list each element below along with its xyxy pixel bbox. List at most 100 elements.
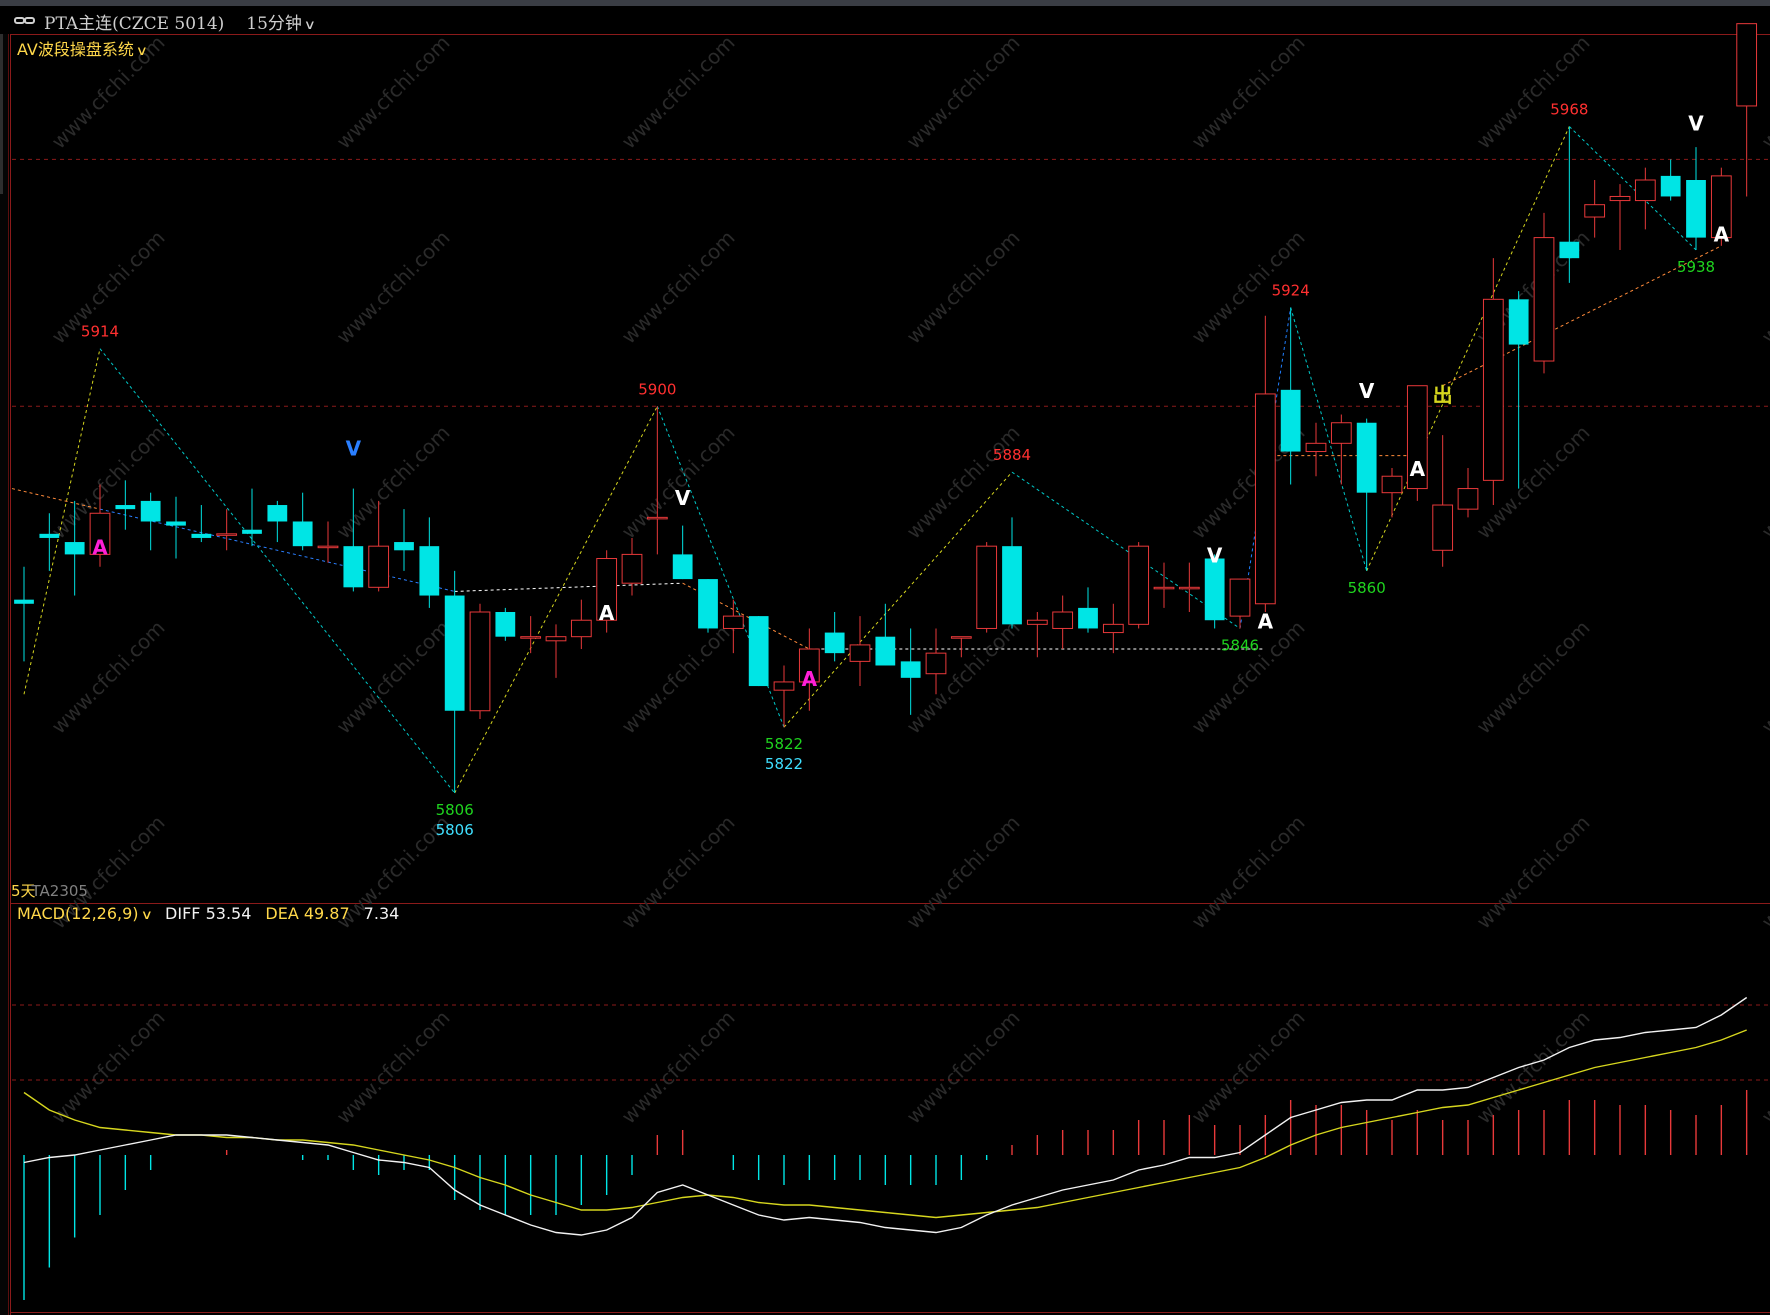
signal-marker: A (1714, 223, 1730, 247)
candle-body (1533, 237, 1555, 362)
price-label: 5884 (993, 446, 1031, 464)
watermark-text: www.cfchi.com (1757, 616, 1770, 739)
candle-body (115, 505, 136, 510)
candle-body (773, 681, 795, 691)
candle-body (1660, 175, 1681, 197)
candle-body (646, 516, 668, 520)
watermark-text: www.cfchi.com (1187, 811, 1310, 934)
signal-marker: V (346, 437, 362, 461)
watermark-text: www.cfchi.com (1757, 1006, 1770, 1129)
candle-body (191, 533, 212, 538)
watermark-text: www.cfchi.com (902, 1006, 1025, 1129)
signal-marker: V (1688, 112, 1704, 136)
diff-label: DIFF (165, 904, 201, 923)
candle-body (39, 533, 60, 538)
price-label: 5968 (1550, 101, 1588, 119)
watermark-text: www.cfchi.com (617, 811, 740, 934)
candle-body (242, 529, 262, 534)
candle-body (849, 644, 871, 662)
chevron-down-icon: ∨ (135, 44, 148, 59)
signal-marker: V (1207, 544, 1223, 568)
watermark-text: www.cfchi.com (1757, 811, 1770, 934)
candle-body (444, 595, 465, 711)
candle-body (900, 661, 921, 678)
watermark-text: www.cfchi.com (617, 226, 740, 349)
watermark-text: www.cfchi.com (1187, 616, 1310, 739)
watermark-text: www.cfchi.com (902, 811, 1025, 934)
macd-indicator-selector[interactable]: MACD(12,26,9) ∨ (17, 904, 153, 923)
candle-body (1280, 389, 1301, 452)
candle-body (698, 579, 718, 629)
candle-body (1609, 195, 1631, 202)
signal-marker: A (599, 601, 615, 625)
price-label: 5806 (436, 821, 474, 839)
candle-body (1178, 586, 1200, 590)
chevron-down-icon: ∨ (140, 908, 153, 923)
watermark-text: www.cfchi.com (1757, 31, 1770, 154)
candle-body (1736, 23, 1758, 107)
candle-body (140, 500, 161, 522)
watermark-text: www.cfchi.com (902, 421, 1025, 544)
candle-body (748, 616, 769, 687)
signal-marker: A (92, 535, 108, 559)
watermark-text: www.cfchi.com (902, 226, 1025, 349)
candle-body (824, 632, 845, 654)
candle-body (1330, 422, 1352, 444)
candle-body (267, 505, 288, 522)
candle-body (292, 521, 313, 547)
candle-body (1078, 607, 1098, 629)
price-label: 5924 (1272, 282, 1310, 300)
candle-body (1052, 611, 1074, 629)
indicator-name: AV波段操盘系统 (17, 40, 134, 59)
signal-marker: 出 (1433, 383, 1453, 407)
candle-body (14, 599, 34, 604)
price-label: 5806 (436, 801, 474, 819)
candle-body (950, 636, 972, 639)
candle-body (394, 542, 414, 551)
price-label: 5900 (638, 380, 676, 398)
candle-body (1153, 586, 1175, 590)
signal-marker: V (1359, 379, 1375, 403)
candle-body (1686, 180, 1706, 238)
candle-body (621, 553, 643, 584)
candle-body (976, 545, 998, 629)
price-label: 5914 (81, 323, 119, 341)
diff-value: 53.54 (205, 904, 252, 923)
macd-name: MACD(12,26,9) (17, 904, 139, 923)
watermark-text: www.cfchi.com (332, 616, 455, 739)
candle-body (1002, 546, 1022, 625)
watermark-text: www.cfchi.com (47, 1006, 170, 1129)
candle-body (672, 554, 693, 580)
signal-marker: A (1258, 609, 1274, 633)
zigzag-line (23, 348, 101, 695)
chart-canvas[interactable]: www.cfchi.com www.cfchi.com www.cfchi.com w… (0, 0, 1770, 1315)
candle-body (1634, 179, 1656, 202)
price-label: 5860 (1348, 579, 1386, 597)
zigzag-line (454, 406, 658, 794)
dea-label: DEA (265, 904, 299, 923)
candle-body (368, 545, 390, 588)
candle-body (216, 533, 238, 536)
watermark-text: www.cfchi.com (332, 226, 455, 349)
zigzag-line (99, 348, 456, 794)
watermark-text: www.cfchi.com (332, 31, 455, 154)
watermark-text: www.cfchi.com (617, 31, 740, 154)
signal-marker: A (1410, 457, 1426, 481)
candle-body (1254, 393, 1276, 605)
macd-dea: DEA 49.87 (265, 904, 349, 923)
price-label: 5938 (1677, 258, 1715, 276)
macd-legend: MACD(12,26,9) ∨ DIFF 53.54 DEA 49.87 7.34 (17, 904, 399, 923)
watermark-text: www.cfchi.com (1472, 1006, 1595, 1129)
candle-body (1356, 422, 1377, 493)
candle-body (419, 546, 440, 596)
indicator-selector[interactable]: AV波段操盘系统 ∨ (17, 36, 148, 60)
contract-info: 5天TA2305 (11, 880, 88, 901)
candle-body (520, 636, 542, 639)
candle-body (1128, 545, 1150, 625)
price-label: 5822 (765, 735, 803, 753)
price-label: 5822 (765, 755, 803, 773)
candle-body (343, 546, 364, 588)
watermark-text: www.cfchi.com (617, 616, 740, 739)
candle-body (64, 542, 85, 555)
contract-code: TA2305 (31, 882, 88, 900)
